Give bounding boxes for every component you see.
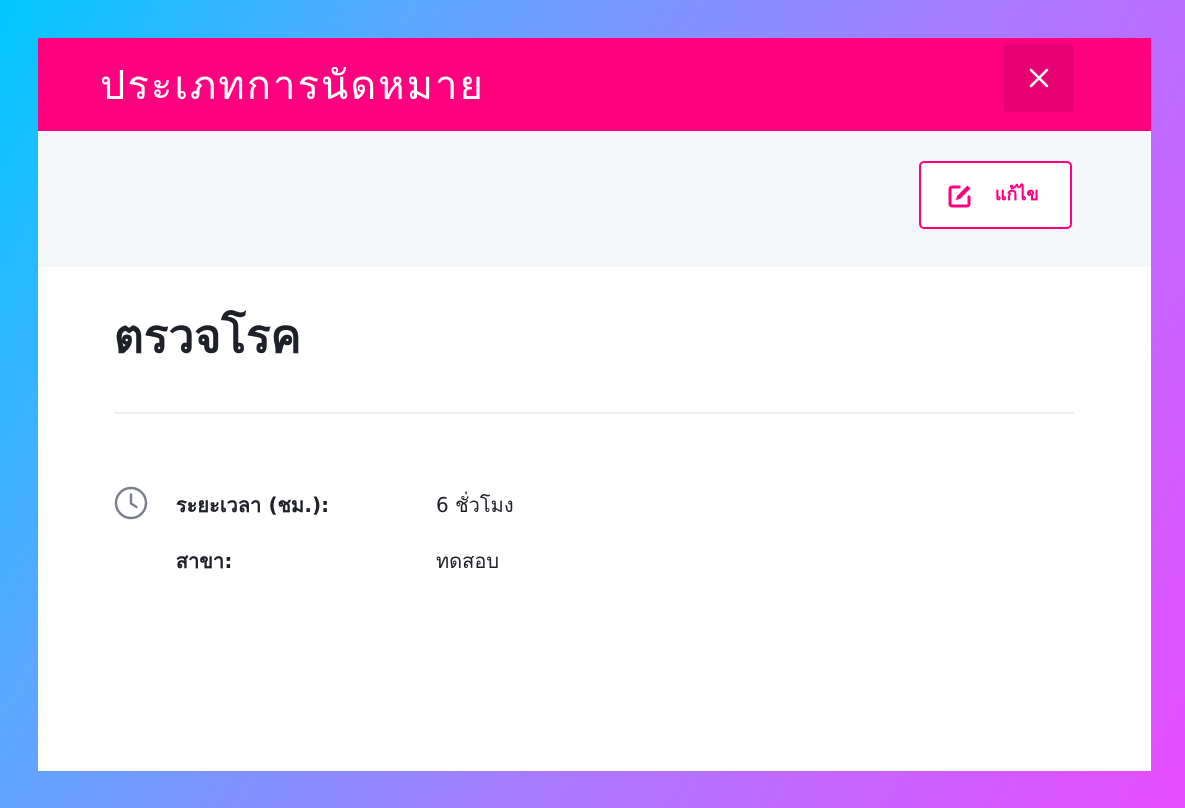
duration-value: 6 ชั่วโมง [436,493,514,517]
edit-icon [948,185,971,208]
close-button[interactable] [1004,44,1074,112]
branch-label: สาขา: [176,549,233,573]
modal-header: ประเภทการนัดหมาย [38,38,1151,131]
divider [114,412,1074,414]
close-icon [1029,68,1049,88]
appointment-type-modal: ประเภทการนัดหมาย แก้ไข ตรวจโรค ระยะเวลา … [38,38,1151,771]
modal-toolbar: แก้ไข [38,131,1151,267]
edit-button[interactable]: แก้ไข [919,161,1072,229]
duration-label: ระยะเวลา (ชม.): [176,493,330,517]
clock-icon [114,486,148,520]
branch-value: ทดสอบ [436,549,500,573]
modal-title: ประเภทการนัดหมาย [100,63,485,109]
record-title: ตรวจโรค [114,309,302,363]
edit-button-label: แก้ไข [995,184,1039,205]
